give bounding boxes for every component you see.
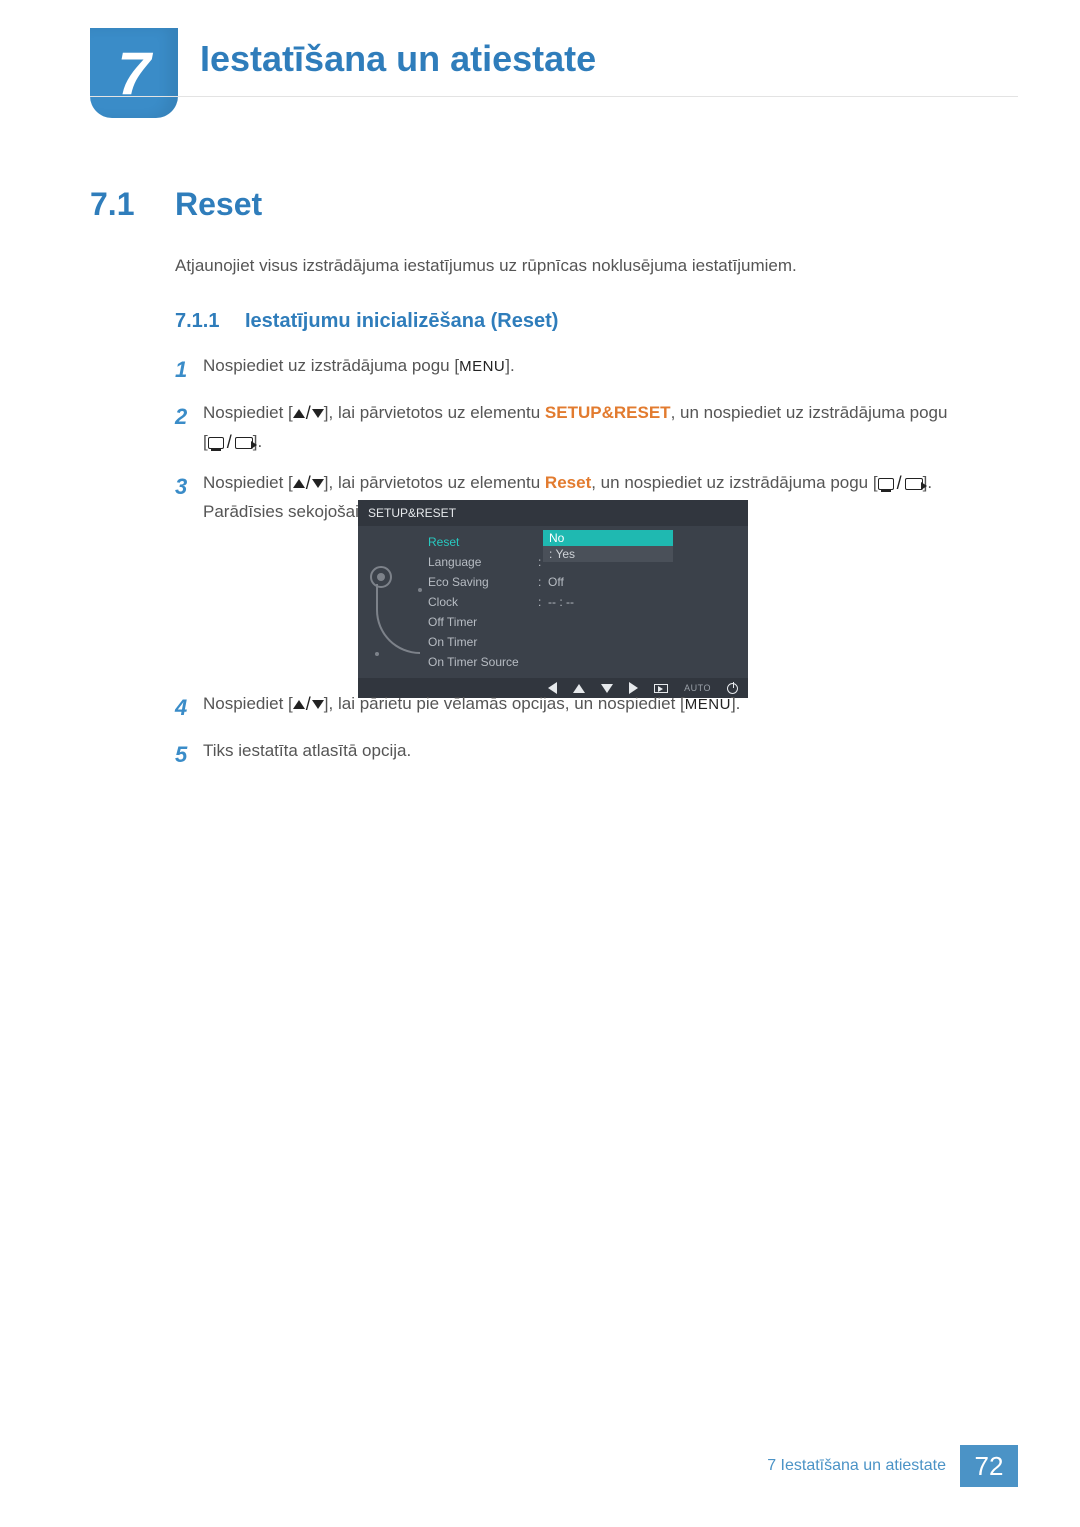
chapter-title: Iestatīšana un atiestate	[200, 38, 596, 80]
osd-option-no: No	[543, 530, 673, 546]
osd-label: Reset	[428, 535, 538, 549]
section-intro: Atjaunojiet visus izstrādājuma iestatīju…	[175, 254, 1018, 278]
osd-title: SETUP&RESET	[358, 500, 748, 526]
steps-lower: 4 Nospiediet [/], lai pārietu pie vēlamā…	[175, 690, 1018, 784]
up-down-icon: /	[293, 399, 324, 428]
step-4: 4 Nospiediet [/], lai pārietu pie vēlamā…	[175, 690, 1018, 725]
chapter-number: 7	[117, 39, 150, 108]
osd-popup: No Yes	[543, 530, 673, 562]
osd-value: -- : --	[548, 595, 574, 609]
footer-page-number: 72	[960, 1445, 1018, 1487]
step-2: 2 Nospiediet [/], lai pārvietotos uz ele…	[175, 399, 1018, 457]
text: Nospiediet [	[203, 694, 293, 713]
osd-label: Clock	[428, 595, 538, 609]
subsection-number: 7.1.1	[175, 310, 219, 333]
up-down-icon: /	[293, 469, 324, 498]
footer-chapter-title: 7 Iestatīšana un atiestate	[767, 1457, 946, 1475]
text: Nospiediet uz izstrādājuma pogu [	[203, 356, 459, 375]
keyword-setup-reset: SETUP&RESET	[545, 403, 671, 422]
text: Nospiediet [	[203, 473, 293, 492]
chapter-badge: 7	[90, 28, 178, 118]
subsection-title: Iestatījumu inicializēšana (Reset)	[245, 310, 558, 333]
text: ].	[505, 356, 514, 375]
osd-option-yes: Yes	[543, 546, 673, 562]
step-number: 5	[175, 737, 203, 772]
source-enter-icon: /	[208, 428, 253, 457]
text: , un nospiediet uz izstrādājuma pogu [	[591, 473, 877, 492]
up-down-icon: /	[293, 690, 324, 719]
text: ], lai pārvietotos uz elementu	[324, 473, 545, 492]
divider	[90, 96, 1018, 97]
text: ], lai pārietu pie vēlamās opcijas, un n…	[324, 694, 685, 713]
step-body: Nospiediet [/], lai pārvietotos uz eleme…	[203, 399, 1018, 457]
keyword-reset: Reset	[545, 473, 591, 492]
osd-label: On Timer	[428, 635, 538, 649]
menu-label: MENU	[685, 696, 731, 713]
gear-icon	[370, 566, 392, 588]
step-number: 2	[175, 399, 203, 457]
osd-label: Off Timer	[428, 615, 538, 629]
osd-value: Off	[548, 575, 564, 589]
text: , un nospiediet uz izstrādājuma pogu	[671, 403, 948, 422]
step-body: Nospiediet [/], lai pārietu pie vēlamās …	[203, 690, 1018, 725]
step-body: Nospiediet uz izstrādājuma pogu [MENU].	[203, 352, 1018, 387]
step-number: 4	[175, 690, 203, 725]
step-number: 3	[175, 469, 203, 525]
text: ].	[731, 694, 740, 713]
osd-label: Eco Saving	[428, 575, 538, 589]
menu-label: MENU	[459, 358, 505, 375]
step-1: 1 Nospiediet uz izstrādājuma pogu [MENU]…	[175, 352, 1018, 387]
source-enter-icon: /	[878, 469, 923, 498]
osd-label: Language	[428, 555, 538, 569]
step-number: 1	[175, 352, 203, 387]
step-5: 5 Tiks iestatīta atlasītā opcija.	[175, 737, 1018, 772]
section-number: 7.1	[90, 186, 134, 223]
text: ], lai pārvietotos uz elementu	[324, 403, 545, 422]
osd-screenshot: SETUP&RESET No Yes Reset Language: Eco S…	[358, 500, 748, 698]
section-title: Reset	[175, 186, 262, 223]
page-footer: 7 Iestatīšana un atiestate 72	[0, 1445, 1018, 1487]
osd-label: On Timer Source	[428, 655, 538, 669]
text: Nospiediet [	[203, 403, 293, 422]
step-body: Tiks iestatīta atlasītā opcija.	[203, 737, 1018, 772]
osd-row: On Timer Source	[358, 652, 748, 672]
